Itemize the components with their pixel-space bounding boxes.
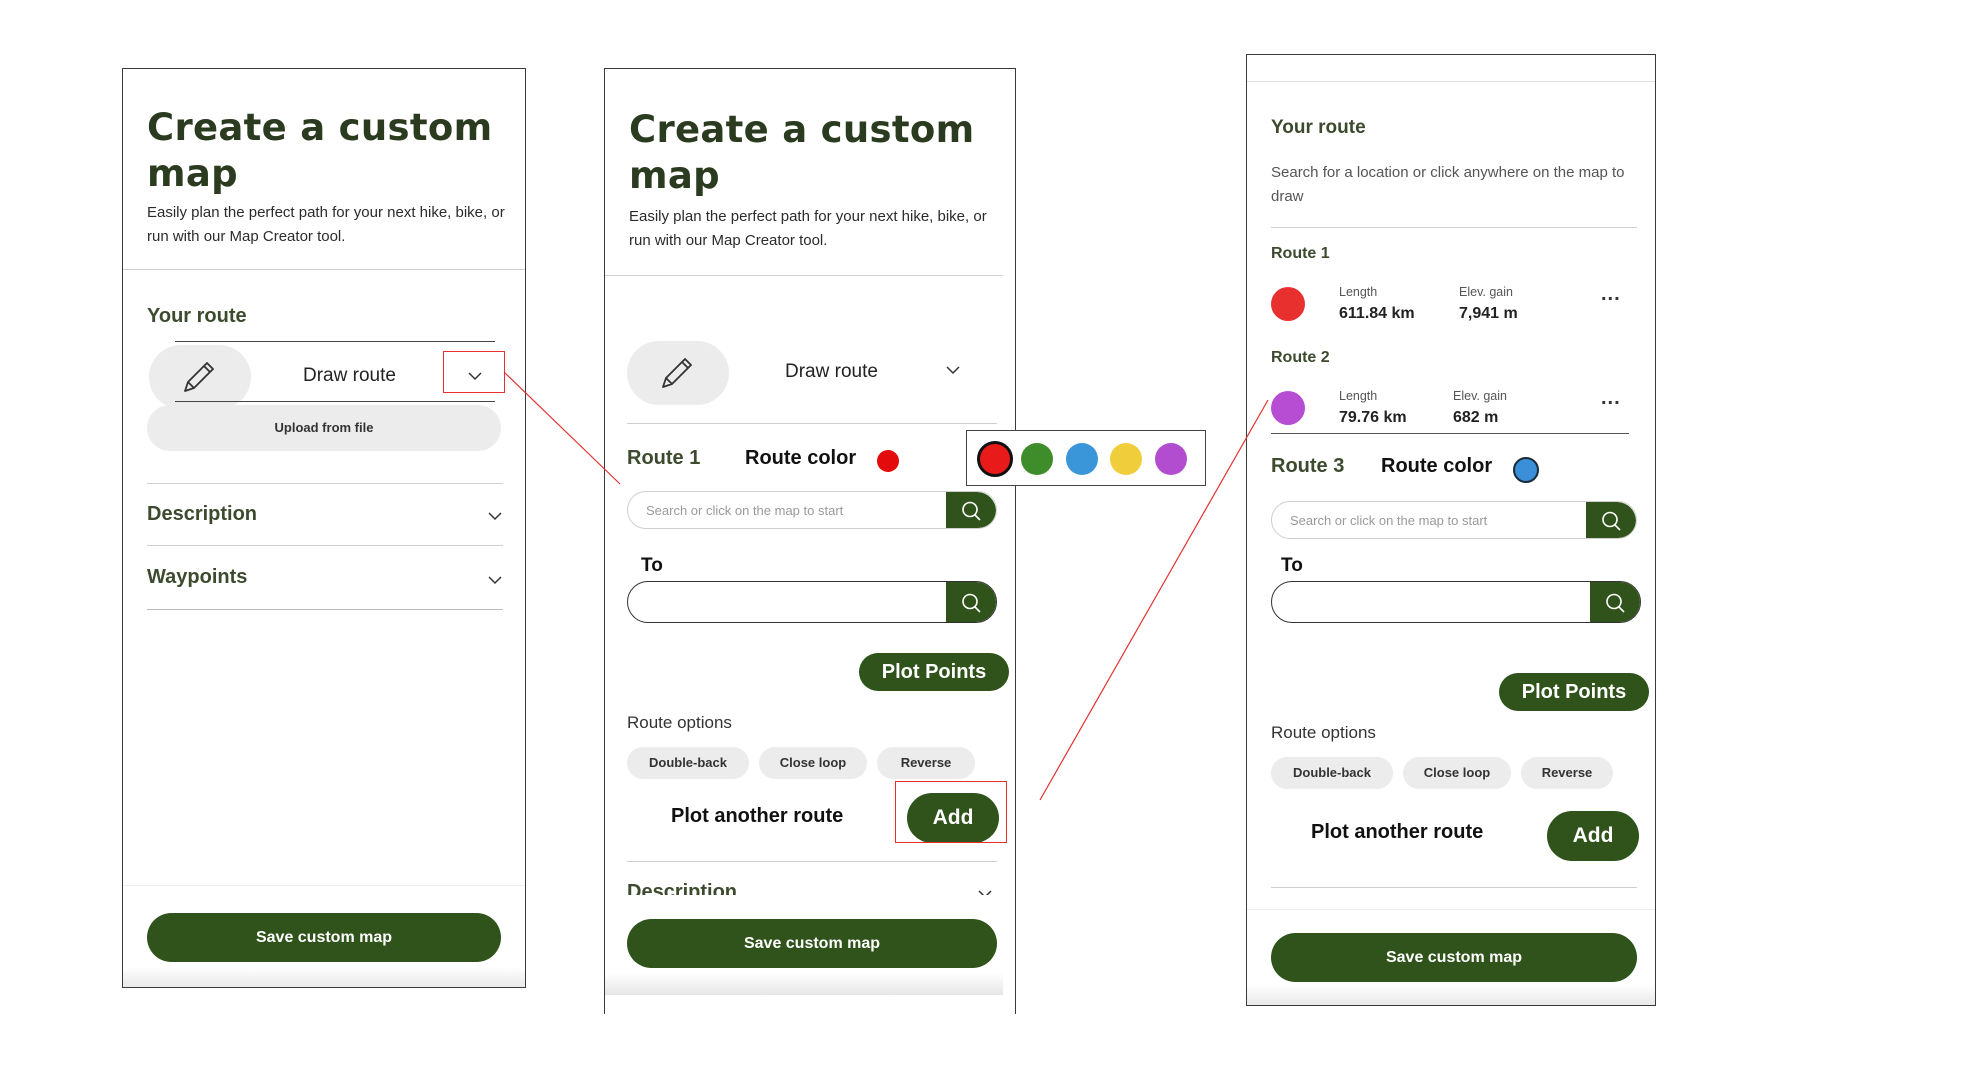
destination-field[interactable] — [627, 581, 997, 623]
pencil-icon — [662, 358, 692, 388]
color-option-blue[interactable] — [1066, 443, 1098, 475]
double-back-chip[interactable]: Double-back — [1271, 757, 1393, 789]
route-1-name: Route 1 — [1271, 245, 1330, 262]
description-section[interactable]: Description — [147, 503, 257, 526]
to-label: To — [1281, 555, 1303, 576]
save-custom-map-button[interactable]: Save custom map — [627, 919, 997, 968]
search-button[interactable] — [946, 582, 996, 622]
route-2-length-label: Length — [1339, 389, 1378, 403]
panel-initial: Create a custom map Easily plan the perf… — [122, 68, 526, 988]
route-2-color[interactable] — [1271, 391, 1305, 425]
save-custom-map-button[interactable]: Save custom map — [1271, 933, 1637, 982]
route-color-swatch[interactable] — [1513, 457, 1539, 483]
chevron-down-icon[interactable] — [487, 575, 503, 585]
plot-points-button[interactable]: Plot Points — [859, 653, 1009, 691]
search-icon — [1606, 593, 1625, 613]
route-name: Route 1 — [627, 447, 701, 469]
your-route-heading: Your route — [1271, 117, 1366, 138]
search-placeholder: Search or click on the map to start — [646, 503, 844, 518]
route-2-length: 79.76 km — [1339, 409, 1407, 426]
color-option-yellow[interactable] — [1110, 443, 1142, 475]
route-1-more-icon[interactable]: ... — [1601, 283, 1621, 306]
waypoints-section[interactable]: Waypoints — [147, 566, 247, 589]
route-2-more-icon[interactable]: ... — [1601, 387, 1621, 410]
annotation-highlight-box — [895, 781, 1007, 843]
upload-from-file-button[interactable]: Upload from file — [147, 405, 501, 451]
route-hint: Search for a location or click anywhere … — [1271, 164, 1625, 205]
destination-field[interactable] — [1271, 581, 1641, 623]
color-option-green[interactable] — [1021, 443, 1053, 475]
page-subtitle: Easily plan the perfect path for your ne… — [147, 204, 505, 245]
draw-route-label[interactable]: Draw route — [303, 365, 396, 387]
close-loop-chip[interactable]: Close loop — [759, 747, 867, 779]
route-2-name: Route 2 — [1271, 349, 1330, 366]
draw-tool-button[interactable] — [149, 345, 251, 409]
search-icon — [962, 501, 981, 521]
plot-points-button[interactable]: Plot Points — [1499, 673, 1649, 711]
route-options-label: Route options — [1271, 723, 1376, 742]
color-option-purple[interactable] — [1155, 443, 1187, 475]
double-back-chip[interactable]: Double-back — [627, 747, 749, 779]
route-options-label: Route options — [627, 713, 732, 732]
pencil-icon — [184, 362, 214, 392]
draw-route-label[interactable]: Draw route — [785, 361, 878, 383]
color-option-red[interactable] — [977, 441, 1013, 477]
search-icon — [962, 593, 981, 613]
route-1-length-label: Length — [1339, 285, 1378, 299]
search-icon — [1602, 511, 1621, 531]
start-search-field[interactable]: Search or click on the map to start — [627, 491, 997, 529]
add-route-button[interactable]: Add — [1547, 811, 1639, 861]
plot-another-route-label: Plot another route — [671, 805, 844, 827]
route-color-label: Route color — [745, 447, 857, 469]
your-route-heading: Your route — [147, 305, 247, 327]
route-2-elev: 682 m — [1453, 409, 1499, 426]
route-1-elev: 7,941 m — [1459, 305, 1518, 322]
page-title: Create a custom map — [629, 108, 975, 197]
panel-route-editor: Create a custom map Easily plan the perf… — [604, 68, 1016, 1014]
search-button[interactable] — [1586, 502, 1636, 538]
color-palette-popup — [966, 430, 1206, 486]
search-placeholder: Search or click on the map to start — [1290, 513, 1488, 528]
page-subtitle: Easily plan the perfect path for your ne… — [629, 208, 987, 249]
route-1-elev-label: Elev. gain — [1459, 285, 1513, 299]
chevron-down-icon[interactable] — [487, 511, 503, 521]
plot-another-route-label: Plot another route — [1311, 821, 1484, 843]
search-button[interactable] — [1590, 582, 1640, 622]
start-search-field[interactable]: Search or click on the map to start — [1271, 501, 1637, 539]
save-custom-map-button[interactable]: Save custom map — [147, 913, 501, 962]
panel-multi-route: Your route Search for a location or clic… — [1246, 54, 1656, 1006]
route-color-label: Route color — [1381, 455, 1493, 477]
to-label: To — [641, 555, 663, 576]
upload-label: Upload from file — [274, 420, 374, 435]
search-button[interactable] — [946, 492, 996, 528]
route-1-length: 611.84 km — [1339, 305, 1415, 322]
route-color-swatch[interactable] — [877, 450, 899, 472]
route-2-elev-label: Elev. gain — [1453, 389, 1507, 403]
close-loop-chip[interactable]: Close loop — [1403, 757, 1511, 789]
route-1-color[interactable] — [1271, 287, 1305, 321]
route-3-name: Route 3 — [1271, 455, 1345, 477]
draw-tool-button[interactable] — [627, 341, 729, 405]
annotation-highlight-box — [443, 351, 505, 393]
reverse-chip[interactable]: Reverse — [1521, 757, 1613, 789]
reverse-chip[interactable]: Reverse — [877, 747, 975, 779]
page-title: Create a custom map — [147, 106, 493, 195]
chevron-down-icon[interactable] — [945, 365, 961, 375]
